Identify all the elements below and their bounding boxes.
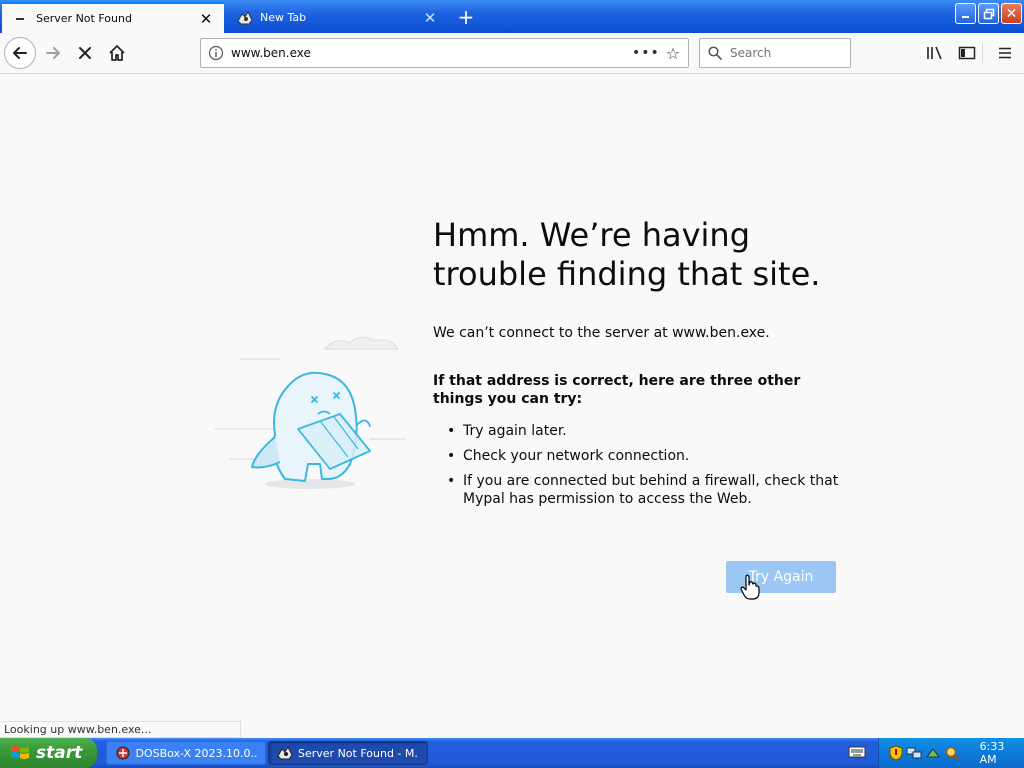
clock: 6:33 AM (979, 740, 1005, 766)
url-bar[interactable]: www.ben.exe ••• ☆ (200, 38, 689, 68)
taskbar-item-label: DOSBox-X 2023.10.0... (135, 746, 257, 760)
new-tab-button[interactable]: + (452, 4, 480, 30)
tab-label: Server Not Found (36, 12, 132, 25)
sidebar-button[interactable] (952, 38, 982, 68)
bookmark-star-icon[interactable]: ☆ (658, 44, 688, 63)
menu-button[interactable] (990, 38, 1020, 68)
stop-button[interactable] (70, 38, 100, 68)
safely-remove-icon[interactable] (924, 744, 942, 762)
tab-strip: Server Not Found ✕ New Tab ✕ + ✕ (0, 0, 1024, 33)
stop-icon (79, 47, 91, 59)
taskbar-item-dosbox[interactable]: DOSBox-X 2023.10.0... (106, 741, 266, 765)
network-icon[interactable] (906, 744, 924, 762)
suggestions-heading: If that address is correct, here are thr… (433, 373, 801, 407)
back-button[interactable] (4, 37, 36, 69)
info-icon[interactable] (201, 45, 231, 61)
navigation-toolbar: www.ben.exe ••• ☆ (0, 33, 1024, 74)
suggestions-list: Try again later. Check your network conn… (445, 422, 845, 515)
system-tray: 6:33 AM (878, 738, 1024, 768)
forward-arrow-icon (46, 47, 60, 59)
list-item: If you are connected but behind a firewa… (445, 472, 845, 508)
magnifier-icon[interactable] (943, 744, 961, 762)
forward-button[interactable] (38, 38, 68, 68)
library-button[interactable] (920, 38, 950, 68)
search-input[interactable] (730, 46, 840, 60)
start-button[interactable]: start (0, 738, 97, 768)
close-window-button[interactable]: ✕ (1001, 3, 1022, 24)
dosbox-icon (115, 746, 130, 760)
hand-cursor-icon (740, 574, 760, 600)
mypal-logo-icon (277, 746, 293, 760)
library-icon (927, 46, 942, 60)
home-button[interactable] (102, 38, 132, 68)
keyboard-icon[interactable] (848, 745, 868, 761)
sidebar-icon (958, 46, 976, 60)
list-item: Try again later. (445, 422, 845, 440)
list-item: Check your network connection. (445, 447, 845, 465)
tab-label: New Tab (260, 11, 307, 24)
error-description: We can’t connect to the server at www.be… (433, 325, 770, 341)
restore-button[interactable] (978, 3, 999, 24)
taskbar-item-label: Server Not Found - M... (298, 746, 419, 760)
taskbar-item-browser[interactable]: Server Not Found - M... (268, 741, 428, 765)
tab-server-not-found[interactable]: Server Not Found ✕ (2, 2, 224, 33)
minimize-button[interactable] (955, 3, 976, 24)
search-box[interactable] (699, 38, 851, 68)
url-text[interactable]: www.ben.exe (231, 46, 632, 60)
mypal-logo-icon (236, 10, 254, 25)
status-text: Looking up www.ben.exe... (0, 721, 241, 738)
error-page: Hmm. We’re having trouble finding that s… (0, 74, 1024, 738)
back-arrow-icon (13, 47, 27, 59)
page-actions-icon[interactable]: ••• (632, 45, 659, 61)
home-icon (109, 45, 125, 61)
close-tab-icon[interactable]: ✕ (422, 9, 438, 27)
error-title: Hmm. We’re having trouble finding that s… (433, 216, 821, 293)
dinosaur-illustration-icon (214, 336, 406, 489)
hamburger-menu-icon (999, 47, 1011, 59)
loading-dash-icon (12, 17, 30, 21)
tab-new-tab[interactable]: New Tab ✕ (226, 2, 448, 33)
taskbar: start DOSBox-X 2023.10.0... Server Not F… (0, 738, 1024, 768)
security-shield-icon[interactable] (887, 744, 905, 762)
close-tab-icon[interactable]: ✕ (198, 10, 214, 28)
search-icon (700, 46, 730, 60)
windows-flag-icon (10, 744, 30, 762)
toolbar-separator (982, 43, 983, 63)
start-label: start (36, 743, 83, 763)
